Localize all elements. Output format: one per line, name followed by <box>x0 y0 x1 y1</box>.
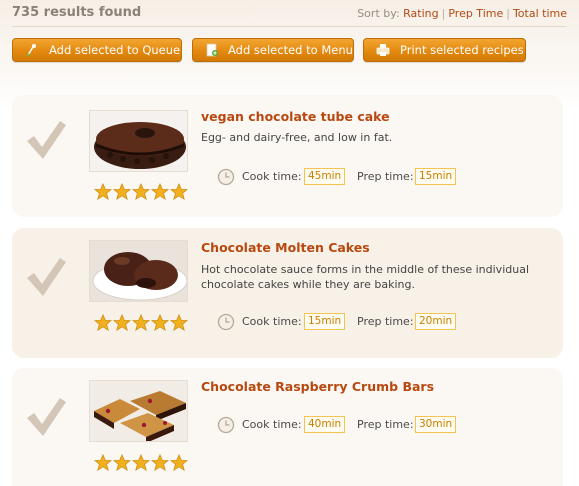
star-rating <box>94 183 188 201</box>
star-icon <box>113 183 131 201</box>
star-icon <box>132 183 150 201</box>
star-icon <box>132 454 150 472</box>
print-selected-label: Print selected recipes <box>400 43 524 57</box>
sort-prep-time-link[interactable]: Prep Time <box>448 7 503 20</box>
clock-icon <box>217 168 235 186</box>
recipe-description: Egg- and dairy-free, and low in fat. <box>201 130 546 145</box>
cook-time-value: 15min <box>304 313 346 330</box>
recipe-card: Chocolate Raspberry Crumb Bars Cook time… <box>12 368 563 486</box>
results-count: 735 results found <box>12 5 142 20</box>
star-icon <box>170 183 188 201</box>
star-rating <box>94 314 188 332</box>
sort-separator: | <box>506 7 510 20</box>
star-icon <box>94 183 112 201</box>
prep-time-value: 20min <box>415 313 457 330</box>
cook-time-label: Cook time: <box>242 315 302 328</box>
print-selected-button[interactable]: Print selected recipes <box>363 38 526 62</box>
cook-time-value: 40min <box>304 416 346 433</box>
star-icon <box>151 314 169 332</box>
add-to-menu-button[interactable]: Add selected to Menu <box>192 38 354 62</box>
add-to-menu-label: Add selected to Menu <box>228 43 353 57</box>
recipe-image-molten-cakes[interactable] <box>89 240 188 302</box>
add-to-queue-label: Add selected to Queue <box>49 43 181 57</box>
star-icon <box>170 314 188 332</box>
sort-by-bar: Sort by: Rating | Prep Time | Total time <box>357 7 567 20</box>
description-line: Egg- and dairy-free, and low in fat. <box>201 131 393 144</box>
checkmark-icon[interactable] <box>24 254 68 298</box>
results-header: 735 results found Sort by: Rating | Prep T… <box>12 4 567 26</box>
add-to-queue-button[interactable]: Add selected to Queue <box>12 38 182 62</box>
description-line: chocolate cakes while they are baking. <box>201 278 415 291</box>
sort-total-time-link[interactable]: Total time <box>513 7 567 20</box>
cook-time-value: 45min <box>304 168 346 185</box>
recipe-times: Cook time: 15min Prep time: 20min <box>217 312 467 332</box>
star-icon <box>113 454 131 472</box>
recipe-description: Hot chocolate sauce forms in the middle … <box>201 262 546 292</box>
star-icon <box>113 314 131 332</box>
star-icon <box>132 314 150 332</box>
recipe-image-tube-cake[interactable] <box>89 110 188 172</box>
recipe-title-link[interactable]: vegan chocolate tube cake <box>201 109 390 124</box>
checkmark-icon[interactable] <box>24 117 68 161</box>
star-icon <box>94 454 112 472</box>
recipe-times: Cook time: 40min Prep time: 30min <box>217 415 467 435</box>
header-divider <box>12 26 567 27</box>
cook-time-label: Cook time: <box>242 418 302 431</box>
description-line: Hot chocolate sauce forms in the middle … <box>201 263 530 276</box>
add-to-menu-icon <box>206 43 218 57</box>
prep-time-value: 30min <box>415 416 457 433</box>
clock-icon <box>217 416 235 434</box>
star-icon <box>170 454 188 472</box>
star-icon <box>94 314 112 332</box>
prep-time-value: 15min <box>415 168 457 185</box>
recipe-title-link[interactable]: Chocolate Molten Cakes <box>201 240 370 255</box>
printer-icon <box>376 44 390 56</box>
sort-rating-link[interactable]: Rating <box>403 7 438 20</box>
prep-time-label: Prep time: <box>357 418 414 431</box>
clock-icon <box>217 313 235 331</box>
star-rating <box>94 454 188 472</box>
prep-time-label: Prep time: <box>357 170 414 183</box>
cook-time-label: Cook time: <box>242 170 302 183</box>
recipe-title-link[interactable]: Chocolate Raspberry Crumb Bars <box>201 379 434 394</box>
recipe-card: vegan chocolate tube cake Egg- and dairy… <box>12 95 563 217</box>
prep-time-label: Prep time: <box>357 315 414 328</box>
star-icon <box>151 454 169 472</box>
sort-separator: | <box>441 7 446 20</box>
recipe-card: Chocolate Molten Cakes Hot chocolate sau… <box>12 228 563 358</box>
queue-icon <box>26 44 36 57</box>
star-icon <box>151 183 169 201</box>
recipe-image-crumb-bars[interactable] <box>89 380 188 442</box>
checkmark-icon[interactable] <box>24 394 68 438</box>
recipe-times: Cook time: 45min Prep time: 15min <box>217 167 467 187</box>
sort-by-label: Sort by: <box>357 7 400 20</box>
